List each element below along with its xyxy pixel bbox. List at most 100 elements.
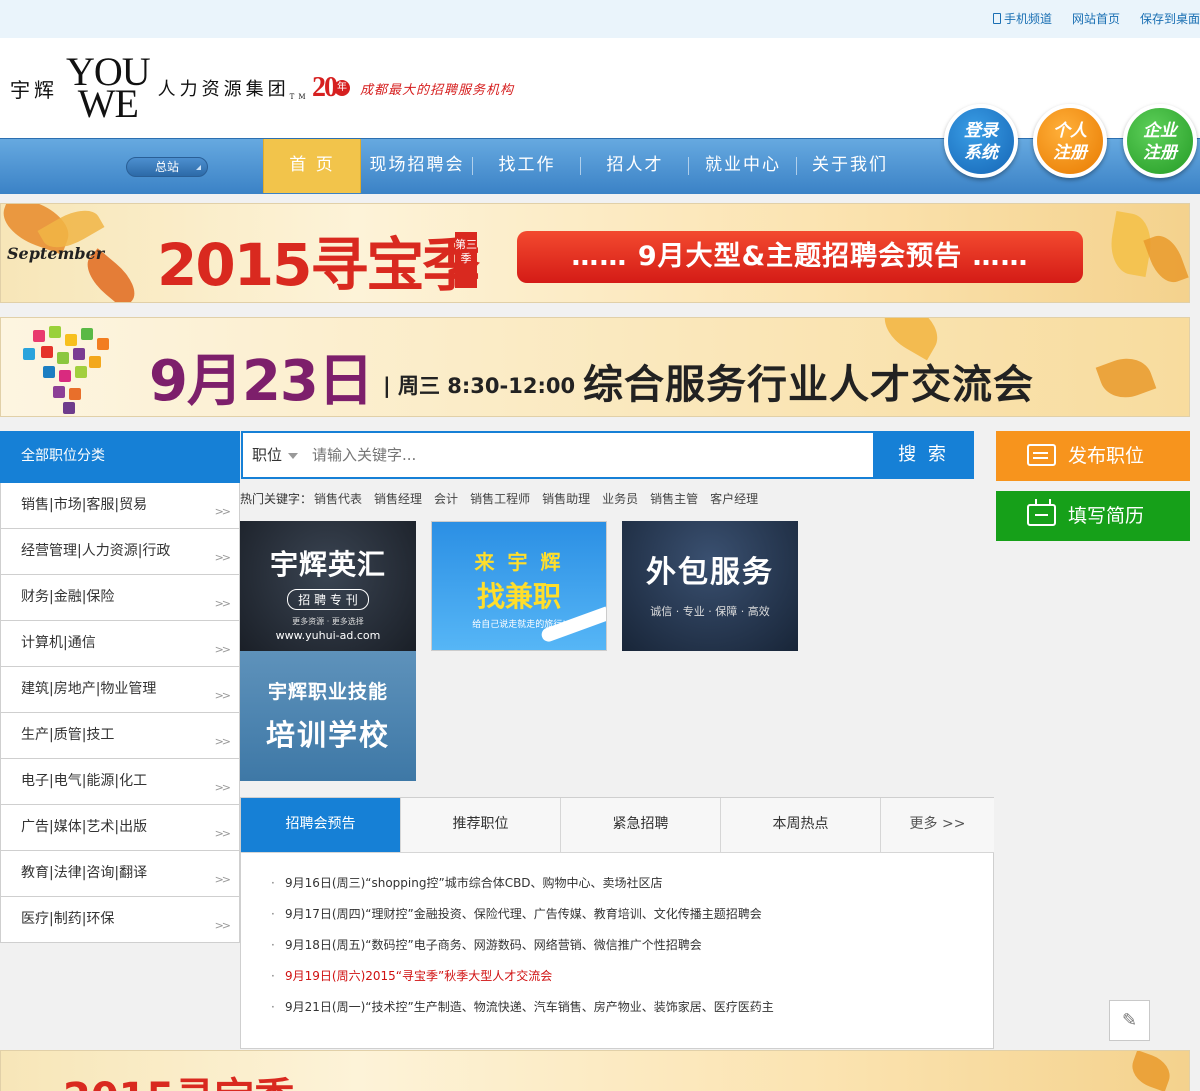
header: 宇辉 YOU WE 人力资源集团TM 20 年 成都最大的招聘服务机构 (0, 38, 1200, 138)
tile-recruitment-magazine[interactable]: 宇辉英汇 招 聘 专 刊 更多资源 · 更多选择 www.yuhui-ad.co… (240, 521, 416, 651)
anniversary-badge: 20 年 成都最大的招聘服务机构 (312, 72, 514, 104)
double-chevron-icon: >> (214, 505, 232, 518)
company-register-button[interactable]: 企业 注册 (1123, 104, 1197, 178)
tab-bar: 招聘会预告 推荐职位 紧急招聘 本周热点 更多 >> (241, 798, 994, 853)
double-chevron-icon: >> (214, 827, 232, 840)
mobile-channel-link[interactable]: 手机频道 (992, 10, 1052, 27)
category-item-label: 销售|市场|客服|贸易 (21, 497, 148, 513)
leaf-decoration (1127, 1051, 1175, 1091)
logo-name-right-text: 人力资源集团 (157, 79, 290, 100)
hot-keyword[interactable]: 销售经理 (374, 490, 422, 507)
tile-title-line2: 找兼职 (476, 580, 561, 613)
pixel (53, 386, 65, 398)
category-item-construction[interactable]: 建筑|房地产|物业管理 >> (0, 667, 240, 713)
search-input[interactable] (303, 433, 881, 477)
slogan: 成都最大的招聘服务机构 (360, 82, 515, 98)
nav-item-about-us[interactable]: 关于我们 (797, 139, 903, 193)
tab-more[interactable]: 更多 >> (881, 798, 994, 852)
category-item-electronics[interactable]: 电子|电气|能源|化工 >> (0, 759, 240, 805)
nav-item-home[interactable]: 首 页 (263, 139, 361, 193)
phone-icon (992, 13, 1001, 24)
category-item-sales[interactable]: 销售|市场|客服|贸易 >> (0, 483, 240, 529)
save-desktop-link[interactable]: 保存到桌面 (1140, 10, 1200, 27)
list-item[interactable]: 9月21日(周一)“技术控”生产制造、物流快递、汽车销售、房产物业、装饰家居、医… (271, 992, 774, 1023)
hot-keyword[interactable]: 销售主管 (650, 490, 698, 507)
category-item-media[interactable]: 广告|媒体|艺术|出版 >> (0, 805, 240, 851)
nav-item-label: 招人才 (606, 155, 664, 175)
nav-items: 首 页 现场招聘会 找工作 招人才 就业中心 关于我们 (263, 139, 903, 193)
list-item[interactable]: 9月17日(周四)“理财控”金融投资、保险代理、广告传媒、教育培训、文化传播主题… (271, 899, 774, 930)
search-type-label: 职位 (252, 446, 283, 464)
tile-outsourcing[interactable]: 外包服务 诚信 · 专业 · 保障 · 高效 (622, 521, 798, 651)
category-item-label: 计算机|通信 (21, 635, 96, 651)
fill-resume-button[interactable]: 填写简历 (996, 491, 1190, 541)
mobile-channel-label: 手机频道 (1003, 12, 1052, 26)
post-job-button[interactable]: 发布职位 (996, 431, 1190, 481)
list-item[interactable]: 9月16日(周三)“shopping控”城市综合体CBD、购物中心、卖场社区店 (271, 868, 774, 899)
tab-urgent-hiring[interactable]: 紧急招聘 (561, 798, 721, 852)
category-item-medical[interactable]: 医疗|制药|环保 >> (0, 897, 240, 943)
tab-recommended-jobs[interactable]: 推荐职位 (401, 798, 561, 852)
double-chevron-icon: >> (214, 689, 232, 702)
nav-item-find-job[interactable]: 找工作 (473, 139, 581, 193)
nav-item-job-fair[interactable]: 现场招聘会 (361, 139, 473, 193)
leaf-decoration (1143, 230, 1189, 288)
search-button[interactable]: 搜 索 (873, 431, 974, 479)
personal-line2: 注册 (1053, 143, 1087, 163)
list-item-highlighted[interactable]: 9月19日(周六)2015“寻宝季”秋季大型人才交流会 (271, 961, 774, 992)
category-item-label: 电子|电气|能源|化工 (21, 773, 148, 789)
list-item[interactable]: 9月18日(周五)“数码控”电子商务、网游数码、网络营销、微信推广个性招聘会 (271, 930, 774, 961)
hot-keyword[interactable]: 客户经理 (710, 490, 758, 507)
banner-season: 第三季 (455, 232, 477, 288)
tile-training-school[interactable]: 宇辉职业技能 培训学校 (240, 651, 416, 781)
info-tabs-panel: 招聘会预告 推荐职位 紧急招聘 本周热点 更多 >> 9月16日(周三)“sho… (240, 797, 994, 1049)
hot-keyword[interactable]: 销售工程师 (470, 490, 530, 507)
banner-month: September (7, 244, 105, 263)
pencil-icon[interactable]: ✎ (1109, 1000, 1150, 1041)
anniversary-year-char: 年 (334, 80, 350, 96)
login-line2: 系统 (964, 143, 998, 163)
tile-title: 外包服务 (646, 555, 774, 590)
site-home-link[interactable]: 网站首页 (1072, 10, 1120, 27)
pixel (49, 326, 61, 338)
category-item-computer[interactable]: 计算机|通信 >> (0, 621, 240, 667)
personal-line1: 个人 (1053, 121, 1087, 141)
tab-weekly-hot[interactable]: 本周热点 (721, 798, 881, 852)
job-fair-banner[interactable]: 9月23日 | 周三 8:30-12:00 综合服务行业人才交流会 (0, 317, 1190, 417)
tile-title: 宇辉英汇 (269, 548, 386, 581)
login-button[interactable]: 登录 系统 (944, 104, 1018, 178)
nav-item-employment-center[interactable]: 就业中心 (689, 139, 797, 193)
news-list: 9月16日(周三)“shopping控”城市综合体CBD、购物中心、卖场社区店 … (271, 868, 774, 1023)
hot-keyword[interactable]: 销售助理 (542, 490, 590, 507)
pixel (33, 330, 45, 342)
category-item-label: 财务|金融|保险 (21, 589, 115, 605)
treasure-season-banner[interactable]: September 2015寻宝季 第三季 …… 9月大型&主题招聘会预告 …… (0, 203, 1190, 303)
top-links: 手机频道 网站首页 保存到桌面 (992, 10, 1200, 27)
pixel (89, 356, 101, 368)
hot-keyword[interactable]: 销售代表 (314, 490, 362, 507)
login-line1: 登录 (964, 121, 998, 141)
tab-fair-preview[interactable]: 招聘会预告 (241, 798, 401, 852)
nav-item-find-talent[interactable]: 招人才 (581, 139, 689, 193)
fill-resume-label: 填写简历 (1068, 505, 1145, 527)
category-item-management[interactable]: 经营管理|人力资源|行政 >> (0, 529, 240, 575)
fair-time: | 周三 8:30-12:00 (383, 374, 576, 398)
hot-keyword[interactable]: 业务员 (602, 490, 638, 507)
personal-register-button[interactable]: 个人 注册 (1033, 104, 1107, 178)
bottom-banner[interactable]: 2015寻宝季 (0, 1050, 1190, 1091)
logo[interactable]: 宇辉 YOU WE 人力资源集团TM (10, 52, 310, 124)
search-type-select[interactable]: 职位 (243, 433, 303, 477)
double-chevron-icon: >> (214, 919, 232, 932)
category-item-education[interactable]: 教育|法律|咨询|翻译 >> (0, 851, 240, 897)
tile-subtitle: 诚信 · 专业 · 保障 · 高效 (650, 605, 770, 618)
category-item-finance[interactable]: 财务|金融|保险 >> (0, 575, 240, 621)
hot-keyword[interactable]: 会计 (434, 490, 458, 507)
company-line1: 企业 (1143, 121, 1177, 141)
tile-part-time[interactable]: 来 宇 辉 找兼职 给自己说走就走的旅行! (431, 521, 607, 651)
station-selector[interactable]: 总站 (126, 157, 208, 177)
category-item-label: 经营管理|人力资源|行政 (21, 543, 171, 559)
category-item-production[interactable]: 生产|质管|技工 >> (0, 713, 240, 759)
tile-title-line1: 来 宇 辉 (474, 550, 564, 574)
leaf-decoration (1095, 350, 1157, 406)
nav-item-label: 首 页 (289, 155, 335, 175)
